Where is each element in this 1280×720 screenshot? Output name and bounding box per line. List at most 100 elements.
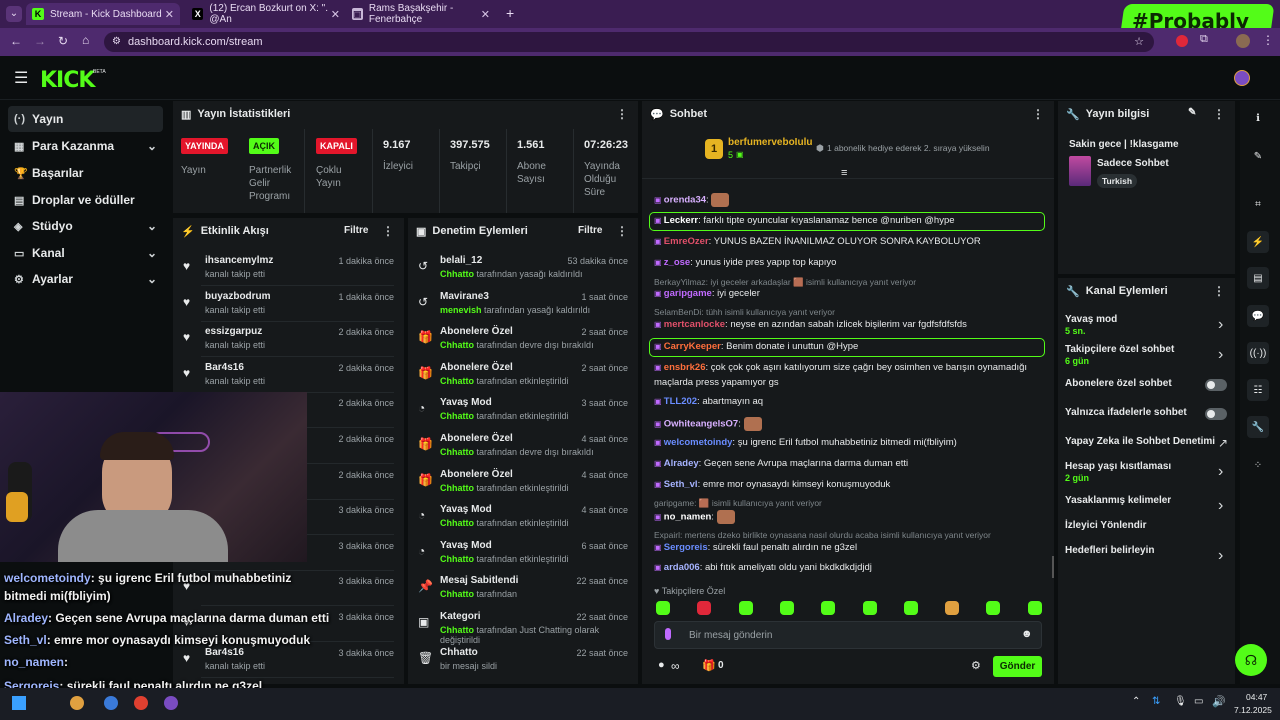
chat-message[interactable]: ▣ CarryKeeper: Benim donate i unuttun @H… [654, 341, 858, 352]
chevron-right-icon[interactable]: › [1218, 497, 1223, 515]
back-icon[interactable]: ← [10, 34, 22, 48]
chat-username[interactable]: TLL202 [664, 396, 697, 407]
chat-message[interactable]: ▣ z_ose: yunus iyide pres yapıp top kapı… [654, 257, 836, 268]
chat-input[interactable]: Bir mesaj gönderin ☻ [654, 621, 1042, 649]
moderation-actor[interactable]: Chhatto [440, 483, 474, 493]
kick-logo[interactable]: KICK [40, 68, 95, 93]
moderation-row[interactable]: ◔ Yavaş Mod Chhatto tarafından etkinleştir… [408, 535, 638, 571]
moderation-target[interactable]: Abonelere Özel [440, 469, 513, 480]
more-options-icon[interactable]: ⋮ [382, 224, 394, 238]
moderation-row[interactable]: ◔ Yavaş Mod Chhatto tarafından etkinleştir… [408, 499, 638, 535]
tab-search-button[interactable]: ⌄ [6, 6, 22, 22]
quick-emote-icon[interactable] [903, 601, 918, 615]
chat-username[interactable]: orenda34 [664, 195, 706, 206]
chat-message[interactable]: maçlarda press yapamıyor gs [654, 377, 779, 388]
moderation-target[interactable]: Mavirane3 [440, 291, 489, 302]
moderation-row[interactable]: 🎁 Abonelere Özel Chhatto tarafından etkinl… [408, 357, 638, 393]
chat-message[interactable]: ▣ EmreOzer: YUNUS BAZEN İNANILMAZ OLUYOR… [654, 236, 981, 247]
volume-icon[interactable]: 🔊 [1212, 695, 1226, 708]
moderation-row[interactable]: 🎁 Abonelere Özel Chhatto tarafından devre … [408, 428, 638, 464]
channel-action-item[interactable]: Yasaklanmış kelimeler [1065, 495, 1171, 506]
dots-group-icon[interactable]: ⁘ [1247, 454, 1269, 476]
external-link-icon[interactable]: ↗ [1218, 436, 1228, 450]
url-field[interactable]: ⚙ dashboard.kick.com/stream ☆ [104, 32, 1154, 52]
close-tab-icon[interactable]: ✕ [481, 8, 490, 21]
moderation-row[interactable]: ▣ Kategori Chhatto tarafından Just Chattin… [408, 606, 638, 645]
sidebar-item-yayin[interactable]: (·) Yayın [8, 106, 163, 132]
moderation-row[interactable]: ↺ belali_12 Chhatto tarafından yasağı kald… [408, 250, 638, 286]
moderation-actor[interactable]: Chhatto [440, 340, 474, 350]
chat-message[interactable]: ▣ TLL202: abartmayın aq [654, 396, 763, 407]
moderation-actor[interactable]: Chhatto [440, 589, 474, 599]
quick-emote-icon[interactable] [1027, 601, 1042, 615]
taskbar-app-icon[interactable] [134, 696, 148, 710]
more-options-icon[interactable]: ⋮ [1213, 284, 1225, 298]
moderation-row[interactable]: 🎁 Abonelere Özel Chhatto tarafından devre … [408, 321, 638, 357]
edit-icon[interactable]: ✎ [1247, 145, 1269, 167]
chat-username[interactable]: Sergoreis [664, 542, 708, 553]
chat-username[interactable]: no_namen [664, 512, 712, 523]
chat-username[interactable]: ensbrk26 [664, 362, 706, 373]
moderation-actor[interactable]: Chhatto [440, 376, 474, 386]
taskbar-app-icon[interactable] [70, 696, 84, 710]
sidebar-item-kanal[interactable]: ▭ Kanal ⌄ [8, 240, 163, 266]
chat-settings-icon[interactable]: ⚙ [971, 659, 981, 672]
taskbar-app-icon[interactable] [164, 696, 178, 710]
chat-username[interactable]: garipgame [664, 288, 712, 299]
forward-icon[interactable]: → [34, 34, 46, 48]
chat-username[interactable]: EmreOzer [664, 236, 709, 247]
toggle-switch[interactable] [1205, 379, 1227, 391]
activity-username[interactable]: Bar4s16 [205, 362, 244, 373]
channel-action-item[interactable]: Yalnızca ifadelerle sohbet [1065, 407, 1187, 418]
moderation-target[interactable]: Yavaş Mod [440, 504, 492, 515]
filter-button[interactable]: Filtre [578, 225, 602, 236]
chat-message[interactable]: ▣ Sergoreis: sürekli faul penaltı alırdı… [654, 542, 857, 553]
chat-username[interactable]: Leckerr [664, 215, 698, 226]
moderation-actor[interactable]: Chhatto [440, 625, 474, 635]
broadcast-icon[interactable]: ((·)) [1247, 342, 1269, 364]
chat-message[interactable]: ▣ Seth_vl: emre mor oynasaydı kimseyi ko… [654, 479, 890, 490]
flash-icon[interactable]: ⚡ [1247, 231, 1269, 253]
quick-emote-icon[interactable] [738, 601, 753, 615]
network-icon[interactable]: ⇅ [1152, 696, 1160, 707]
language-tag[interactable]: Turkish [1097, 174, 1138, 188]
start-windows-icon[interactable] [12, 696, 26, 710]
chat-message[interactable]: ▣ Alradey: Geçen sene Avrupa maçlarına d… [654, 458, 908, 469]
quick-emote-icon[interactable] [862, 601, 877, 615]
activity-username[interactable]: buyazbodrum [205, 291, 271, 302]
sidebar-item-basarilar[interactable]: 🏆 Başarılar [8, 160, 163, 186]
mic-tray-icon[interactable]: 🎙 [1174, 696, 1187, 707]
quick-emote-icon[interactable] [779, 601, 794, 615]
pinned-gifter[interactable]: 1 berfumerveboIulu 5 ▣ ⬢ 1 abonelik hedi… [702, 137, 1002, 163]
activity-username[interactable]: ihsancemylmz [205, 255, 273, 266]
gift-sub-icon[interactable]: 🎁 [702, 659, 716, 672]
quick-emote-icon[interactable] [697, 601, 712, 615]
edit-pencil-icon[interactable]: ✎ [1188, 107, 1196, 118]
send-button[interactable]: Gönder [993, 656, 1042, 677]
chevron-right-icon[interactable]: › [1218, 547, 1223, 565]
moderation-target[interactable]: Abonelere Özel [440, 362, 513, 373]
moderation-target[interactable]: Mesaj Sabitlendi [440, 575, 518, 586]
quick-emote-icon[interactable] [821, 601, 836, 615]
chat-message[interactable]: ▣ ensbrk26: çok çok çok aşırı katılıyoru… [654, 362, 1027, 373]
channel-points-icon[interactable]: ● [658, 659, 665, 671]
chat-message[interactable]: ▣ garipgame: iyi geceler [654, 288, 760, 299]
moderation-row[interactable]: 📌 Mesaj Sabitlendi Chhatto tarafından 22 sa… [408, 570, 638, 606]
chat-username[interactable]: arda006 [664, 562, 700, 573]
close-tab-icon[interactable]: ✕ [165, 8, 174, 21]
new-tab-button[interactable]: + [506, 5, 514, 21]
moderation-actor[interactable]: Chhatto [440, 518, 474, 528]
extensions-puzzle-icon[interactable]: ⧉ [1200, 33, 1208, 46]
site-info-icon[interactable]: ⚙ [112, 32, 121, 52]
moderation-actor[interactable]: Chhatto [440, 411, 474, 421]
moderation-actor[interactable]: menevish [440, 305, 482, 315]
channel-action-item[interactable]: Yavaş mod 5 sn. [1065, 314, 1117, 336]
wifi-icon[interactable]: ▭ [1194, 696, 1203, 707]
activity-row[interactable]: ♥ Bar4s16 kanalı takip etti 2 dakika önce [173, 357, 404, 393]
channel-action-item[interactable]: Hesap yaşı kısıtlaması 2 gün [1065, 461, 1171, 483]
sidebar-item-droplar[interactable]: ▤ Droplar ve ödüller [8, 187, 163, 213]
channel-action-item[interactable]: Yapay Zeka ile Sohbet Denetimi [1065, 436, 1215, 447]
moderation-target[interactable]: Chhatto [440, 647, 478, 658]
quick-emote-icon[interactable] [656, 601, 670, 615]
chat-message[interactable]: ▣ OwhiteangelsO7: [654, 417, 762, 431]
